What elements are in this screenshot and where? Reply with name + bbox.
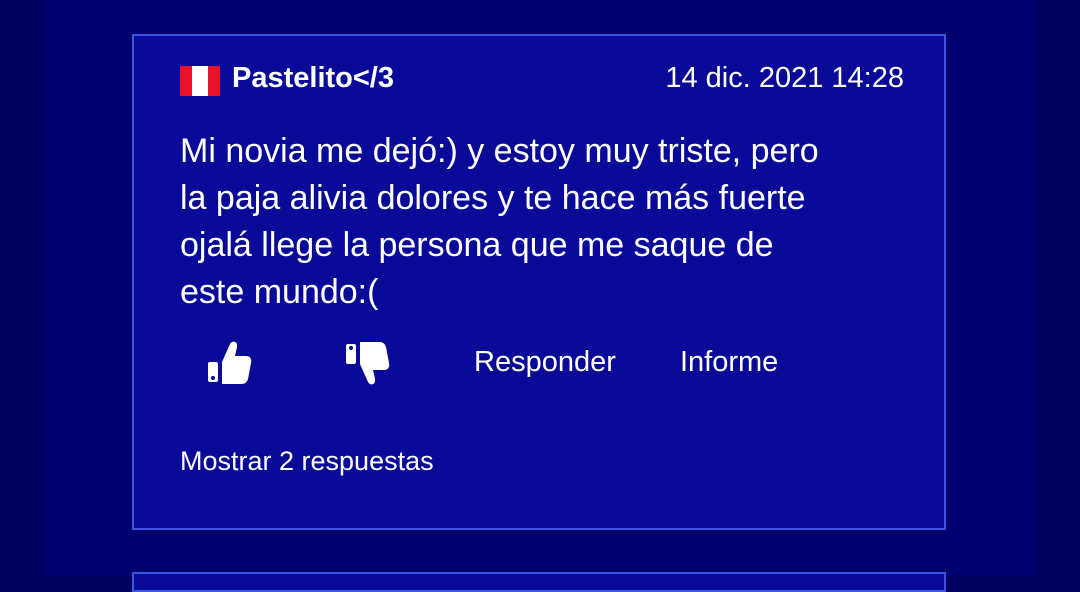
thumbs-down-icon [346,342,390,385]
comment-author[interactable]: Pastelito</3 [232,62,394,95]
comment-text: Mi novia me dejó:) y estoy muy triste, p… [180,128,920,316]
comment-card: Pastelito</3 14 dic. 2021 14:28 Mi novia… [132,34,946,530]
comment-text-line: Mi novia me dejó:) y estoy muy triste, p… [180,132,819,170]
thumbs-up-icon [208,341,252,384]
peru-flag-icon [180,66,220,96]
reply-button[interactable]: Responder [474,346,616,379]
show-replies-link[interactable]: Mostrar 2 respuestas [180,446,434,477]
app-screen: Pastelito</3 14 dic. 2021 14:28 Mi novia… [0,0,1080,592]
comment-actions: Responder Informe [180,336,920,392]
next-comment-card [132,572,946,592]
like-button[interactable] [202,336,258,392]
comment-timestamp: 14 dic. 2021 14:28 [665,62,904,94]
comment-header: Pastelito</3 14 dic. 2021 14:28 [180,60,904,100]
comment-text-line: este mundo:( [180,273,379,311]
comment-text-line: ojalá llege la persona que me saque de [180,226,774,264]
comment-text-line: la paja alivia dolores y te hace más fue… [180,179,806,217]
dislike-button[interactable] [340,336,396,392]
report-button[interactable]: Informe [680,346,778,379]
